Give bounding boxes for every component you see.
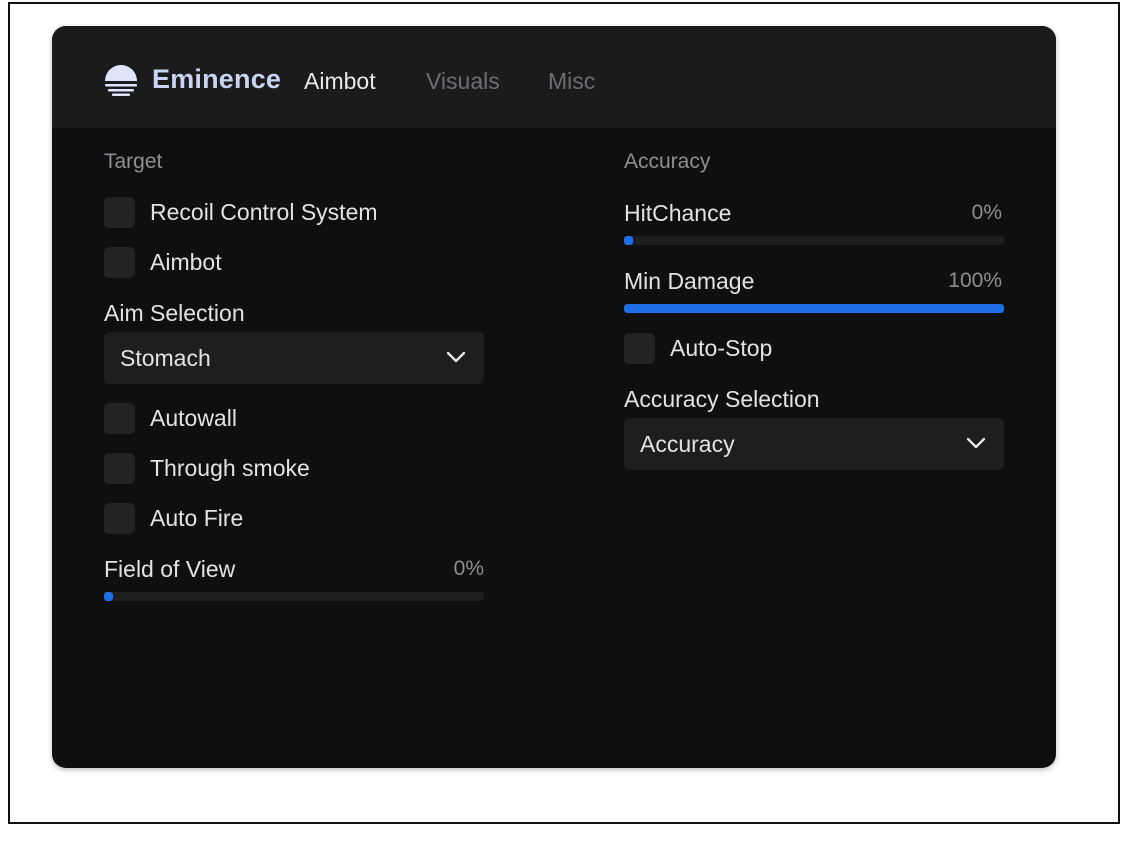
- recoil-control-row: Recoil Control System: [104, 196, 378, 228]
- autowall-checkbox[interactable]: [104, 402, 135, 434]
- chevron-down-icon: [966, 437, 986, 449]
- chevron-down-icon: [446, 351, 466, 363]
- aimbot-label: Aimbot: [150, 248, 222, 275]
- sunset-logo-icon: [105, 65, 137, 96]
- auto-fire-row: Auto Fire: [104, 502, 243, 534]
- fov-slider[interactable]: [104, 592, 484, 601]
- aim-selection-value: Stomach: [120, 345, 211, 371]
- cheat-menu-window: Eminence Aimbot Visuals Misc Target Reco…: [52, 26, 1056, 768]
- min-damage-slider-fill: [624, 304, 1004, 313]
- accuracy-selection-value: Accuracy: [640, 431, 735, 457]
- hitchance-slider-label: HitChance: [624, 200, 732, 226]
- autowall-label: Autowall: [150, 404, 237, 431]
- min-damage-slider-label: Min Damage: [624, 268, 755, 294]
- fov-slider-fill: [104, 592, 113, 601]
- accuracy-selection-dropdown[interactable]: Accuracy: [624, 418, 1004, 470]
- through-smoke-row: Through smoke: [104, 452, 310, 484]
- tab-aimbot[interactable]: Aimbot: [304, 68, 376, 95]
- aimbot-row: Aimbot: [104, 246, 222, 278]
- brand-title: Eminence: [152, 64, 282, 94]
- aimbot-checkbox[interactable]: [104, 246, 135, 278]
- section-title-accuracy: Accuracy: [624, 150, 711, 173]
- accuracy-selection-label: Accuracy Selection: [624, 386, 820, 412]
- recoil-control-label: Recoil Control System: [150, 198, 378, 225]
- auto-stop-label: Auto-Stop: [670, 334, 773, 361]
- tab-misc[interactable]: Misc: [548, 68, 595, 95]
- min-damage-slider[interactable]: [624, 304, 1004, 313]
- hitchance-slider-fill: [624, 236, 633, 245]
- aim-selection-label: Aim Selection: [104, 300, 245, 326]
- auto-stop-row: Auto-Stop: [624, 332, 772, 364]
- fov-slider-value: 0%: [453, 557, 484, 580]
- tab-visuals[interactable]: Visuals: [426, 68, 500, 95]
- fov-slider-label: Field of View: [104, 556, 236, 582]
- through-smoke-checkbox[interactable]: [104, 452, 135, 484]
- hitchance-slider-value: 0%: [971, 201, 1002, 224]
- auto-fire-checkbox[interactable]: [104, 502, 135, 534]
- aim-selection-dropdown[interactable]: Stomach: [104, 332, 484, 384]
- autowall-row: Autowall: [104, 402, 237, 434]
- section-title-target: Target: [104, 150, 163, 173]
- menu-header: Eminence Aimbot Visuals Misc: [52, 26, 1056, 128]
- auto-fire-label: Auto Fire: [150, 504, 244, 531]
- min-damage-slider-value: 100%: [948, 269, 1002, 292]
- auto-stop-checkbox[interactable]: [624, 332, 655, 364]
- hitchance-slider[interactable]: [624, 236, 1004, 245]
- through-smoke-label: Through smoke: [150, 454, 310, 481]
- recoil-control-checkbox[interactable]: [104, 196, 135, 228]
